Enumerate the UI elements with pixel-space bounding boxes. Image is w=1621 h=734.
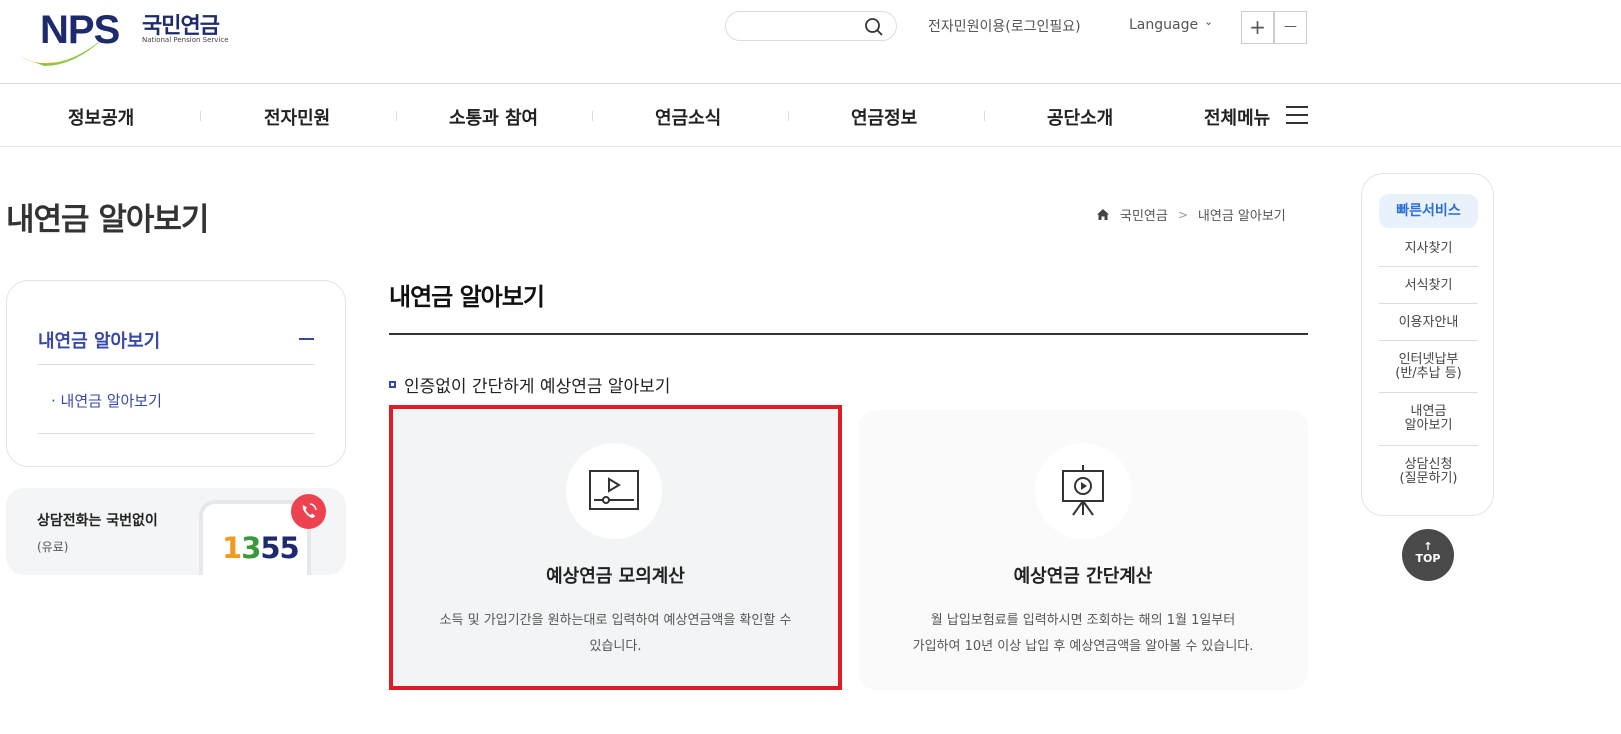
page-title: 내연금 알아보기 bbox=[6, 202, 209, 238]
gnb-item-e-service[interactable]: 전자민원 bbox=[264, 104, 330, 130]
language-selector[interactable]: Language bbox=[1129, 17, 1198, 33]
divider bbox=[1379, 266, 1478, 267]
call-banner-title: 상담전화는 국번없이 bbox=[37, 513, 158, 529]
hamburger-menu-icon[interactable] bbox=[1286, 106, 1308, 124]
side-menu-item[interactable]: · 내연금 알아보기 bbox=[51, 390, 162, 411]
section-heading-text: 인증없이 간단하게 예상연금 알아보기 bbox=[404, 377, 671, 397]
scroll-top-button[interactable]: ↑ TOP bbox=[1402, 529, 1454, 581]
call-center-number: 1355 bbox=[222, 531, 300, 565]
gnb-divider bbox=[200, 111, 201, 121]
quick-item-consultation[interactable]: 상담신청 (질문하기) bbox=[1379, 458, 1478, 486]
divider bbox=[1379, 392, 1478, 393]
card-description: 월 납입보험료를 입력하시면 조회하는 해의 1월 1일부터 가입하여 10년 … bbox=[878, 608, 1288, 660]
divider bbox=[1379, 445, 1478, 446]
search-input[interactable] bbox=[725, 11, 897, 41]
quick-service-menu: 빠른서비스 지사찾기 서식찾기 이용자안내 인터넷납부 (반/추납 등) 내연금 알… bbox=[1361, 173, 1494, 516]
gnb-divider bbox=[788, 111, 789, 121]
logo-english-text: National Pension Service bbox=[142, 36, 229, 44]
quick-item-branch-finder[interactable]: 지사찾기 bbox=[1379, 242, 1478, 256]
gnb-item-pension-info[interactable]: 연금정보 bbox=[851, 104, 917, 130]
gnb-divider bbox=[592, 111, 593, 121]
global-navigation: 정보공개 전자민원 소통과 참여 연금소식 연금정보 공단소개 전체메뉴 bbox=[0, 84, 1621, 147]
phone-call-icon bbox=[291, 494, 326, 529]
quick-item-internet-payment[interactable]: 인터넷납부 (반/추납 등) bbox=[1379, 353, 1478, 381]
presentation-board-icon bbox=[1035, 443, 1131, 539]
divider bbox=[38, 433, 314, 434]
breadcrumb-item-home[interactable]: 국민연금 bbox=[1120, 205, 1168, 224]
zoom-in-button[interactable]: + bbox=[1241, 11, 1274, 44]
divider bbox=[1379, 340, 1478, 341]
scroll-top-label: TOP bbox=[1415, 552, 1441, 565]
breadcrumb-item-current[interactable]: 내연금 알아보기 bbox=[1198, 205, 1286, 224]
side-menu: 내연금 알아보기 · 내연금 알아보기 bbox=[6, 280, 346, 467]
home-icon[interactable] bbox=[1096, 208, 1110, 221]
bullet-square-icon bbox=[389, 381, 396, 388]
gnb-item-communication[interactable]: 소통과 참여 bbox=[449, 104, 538, 130]
site-header: NPS 국민연금 National Pension Service 전자민원이용… bbox=[0, 0, 1621, 84]
quick-item-my-pension[interactable]: 내연금 알아보기 bbox=[1379, 405, 1478, 433]
gnb-item-about[interactable]: 공단소개 bbox=[1047, 104, 1113, 130]
logo-nps-text: NPS bbox=[40, 8, 120, 52]
card-description-line: 월 납입보험료를 입력하시면 조회하는 해의 1월 1일부터 bbox=[930, 613, 1236, 628]
collapse-minus-icon[interactable] bbox=[299, 338, 314, 340]
quick-item-form-finder[interactable]: 서식찾기 bbox=[1379, 279, 1478, 293]
chevron-right-icon: > bbox=[1177, 207, 1188, 222]
search-icon[interactable] bbox=[864, 17, 884, 37]
content-title: 내연금 알아보기 bbox=[389, 283, 545, 311]
gnb-divider bbox=[396, 111, 397, 121]
divider bbox=[38, 364, 314, 365]
quick-item-user-guide[interactable]: 이용자안내 bbox=[1379, 316, 1478, 330]
quick-service-title: 빠른서비스 bbox=[1379, 194, 1478, 228]
gnb-divider bbox=[984, 111, 985, 121]
call-banner-subtitle: (유료) bbox=[37, 540, 69, 554]
content-divider bbox=[389, 333, 1308, 335]
breadcrumb: 국민연금 > 내연금 알아보기 bbox=[1096, 205, 1286, 224]
card-description-line: 가입하여 10년 이상 납입 후 예상연금액을 알아볼 수 있습니다. bbox=[912, 639, 1254, 654]
zoom-out-button[interactable]: — bbox=[1274, 11, 1307, 44]
selection-highlight-box bbox=[389, 405, 842, 690]
side-menu-title[interactable]: 내연금 알아보기 bbox=[38, 327, 160, 353]
e-service-login-link[interactable]: 전자민원이용(로그인필요) bbox=[928, 16, 1081, 36]
gnb-item-pension-news[interactable]: 연금소식 bbox=[655, 104, 721, 130]
card-title: 예상연금 간단계산 bbox=[1013, 566, 1153, 587]
gnb-item-info-disclosure[interactable]: 정보공개 bbox=[68, 104, 134, 130]
section-heading: 인증없이 간단하게 예상연금 알아보기 bbox=[389, 372, 670, 397]
simple-pension-calc-card[interactable]: 예상연금 간단계산 월 납입보험료를 입력하시면 조회하는 해의 1월 1일부터… bbox=[858, 410, 1308, 690]
gnb-item-all-menu[interactable]: 전체메뉴 bbox=[1204, 104, 1270, 130]
chevron-down-icon[interactable]: ⌄ bbox=[1204, 15, 1213, 28]
divider bbox=[1379, 303, 1478, 304]
nps-logo[interactable]: NPS 국민연금 National Pension Service bbox=[4, 6, 234, 66]
